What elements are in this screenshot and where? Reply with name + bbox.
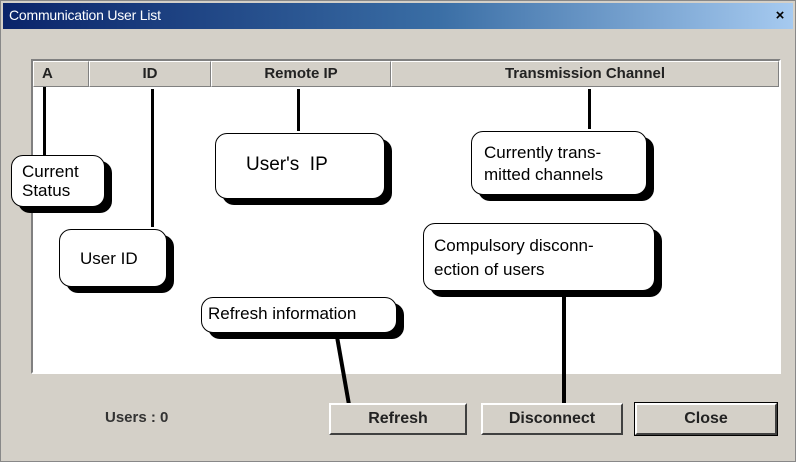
communication-user-list-dialog: Communication User List × A ID Remote IP… — [0, 0, 796, 462]
callout-user-id-text: User ID — [80, 249, 138, 268]
list-header: A ID Remote IP Transmission Channel — [33, 61, 779, 87]
column-header-transmission-channel[interactable]: Transmission Channel — [391, 61, 779, 87]
callout-current-status: Current Status — [11, 155, 105, 207]
close-icon[interactable]: × — [771, 7, 789, 25]
callout-disconnect: Compulsory disconn- ection of users — [423, 223, 655, 291]
callout-channels: Currently trans- mitted channels — [471, 131, 647, 195]
pointer-disconnect — [562, 291, 566, 407]
title-bar[interactable]: Communication User List × — [3, 3, 793, 29]
pointer-users-ip — [297, 89, 300, 131]
users-count-label: Users : 0 — [105, 409, 169, 426]
callout-current-status-text: Current Status — [22, 162, 79, 200]
disconnect-button[interactable]: Disconnect — [481, 403, 623, 435]
callout-refresh-text: Refresh information — [208, 304, 357, 323]
column-header-remote-ip[interactable]: Remote IP — [211, 61, 391, 87]
callout-disconnect-text: Compulsory disconn- ection of users — [434, 236, 594, 279]
user-list[interactable]: A ID Remote IP Transmission Channel — [31, 59, 781, 374]
pointer-user-id — [151, 89, 154, 227]
callout-users-ip: User's IP — [215, 133, 385, 199]
window-title: Communication User List — [9, 7, 161, 23]
close-button[interactable]: Close — [634, 402, 778, 436]
callout-users-ip-text: User's IP — [246, 154, 328, 175]
callout-user-id: User ID — [59, 229, 167, 287]
column-header-status[interactable]: A — [33, 61, 89, 87]
callout-refresh: Refresh information — [201, 297, 397, 333]
refresh-button[interactable]: Refresh — [329, 403, 467, 435]
pointer-channels — [588, 89, 591, 129]
column-header-id[interactable]: ID — [89, 61, 211, 87]
pointer-current-status — [43, 87, 46, 155]
callout-channels-text: Currently trans- mitted channels — [484, 143, 604, 184]
